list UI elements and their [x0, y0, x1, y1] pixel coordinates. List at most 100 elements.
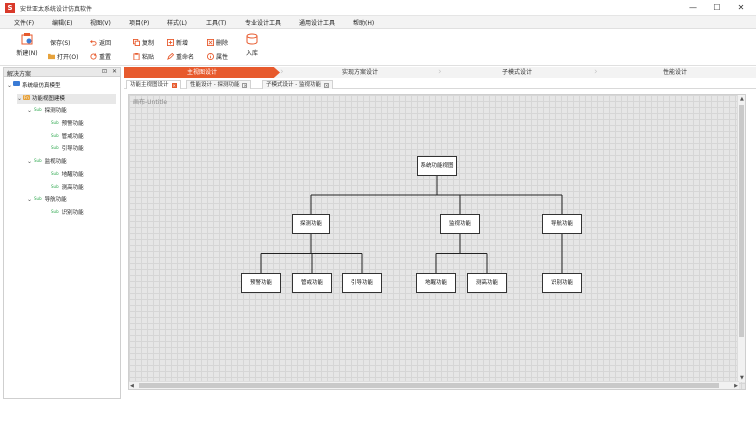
tree-item-label: 管戒功能 — [61, 134, 84, 140]
menu-edit[interactable]: 编辑(E) — [52, 18, 72, 27]
close-window-button[interactable]: ✕ — [730, 2, 752, 14]
doc-tab-main-view[interactable]: 功能主视图设计 ✕ — [126, 80, 181, 89]
pin-icon[interactable]: ⊡ — [102, 68, 107, 75]
diagram-node-ident[interactable]: 识别功能 — [542, 273, 582, 293]
new-button[interactable]: 新建(N) — [16, 32, 38, 57]
tree-item[interactable]: ⌄ Sub 探测功能 — [27, 106, 67, 116]
menu-style[interactable]: 样式(L) — [167, 18, 187, 27]
tree-item[interactable]: Sub 管戒功能 — [44, 132, 84, 142]
tree-item-label: 导航功能 — [44, 197, 67, 203]
tree-item[interactable]: Sub 地醒功能 — [44, 170, 84, 180]
diagram-node-nav[interactable]: 导航功能 — [542, 214, 582, 234]
tab-close-icon[interactable]: ✕ — [323, 83, 329, 88]
diagram-node-monitor[interactable]: 监视功能 — [440, 214, 480, 234]
horizontal-scroll-thumb[interactable] — [139, 383, 719, 388]
tree-item[interactable]: Sub 识别功能 — [44, 208, 84, 218]
folder-icon — [48, 53, 55, 60]
menu-view[interactable]: 视图(V) — [90, 18, 111, 27]
module-icon: Fn — [23, 95, 30, 100]
undo-icon — [90, 39, 97, 46]
module-icon: Sub — [50, 133, 60, 138]
import-button[interactable]: 入库 — [242, 32, 262, 57]
redo-label: 重置 — [99, 54, 112, 61]
undo-label: 返回 — [99, 40, 112, 47]
add-label: 新增 — [176, 40, 189, 47]
toolbar: 新建(N) 保存(S) 打开(O) 返回 重置 复制 粘贴 新增 重命名 删除 … — [0, 29, 756, 66]
diagram-node-height[interactable]: 测高功能 — [467, 273, 507, 293]
doc-tab-label: 子模式设计 - 监视功能 — [266, 82, 321, 88]
add-icon — [167, 39, 174, 46]
tab-close-icon[interactable]: ✕ — [242, 83, 248, 88]
diagram-node-ground[interactable]: 地醒功能 — [416, 273, 456, 293]
delete-label: 删除 — [216, 40, 229, 47]
menu-help[interactable]: 帮助(H) — [353, 18, 374, 27]
vertical-scrollbar[interactable]: ▲ ▼ — [737, 95, 745, 382]
paste-label: 粘贴 — [142, 54, 155, 61]
tree-item[interactable]: Sub 引导功能 — [44, 144, 84, 154]
vertical-scroll-thumb[interactable] — [739, 105, 744, 337]
tree-item[interactable]: Sub 预警功能 — [44, 119, 84, 129]
phase-tab-main-view[interactable]: 主视图设计 — [124, 67, 280, 78]
diagram-node-warn[interactable]: 预警功能 — [241, 273, 281, 293]
module-icon: Sub — [33, 158, 43, 163]
phase-tab-performance[interactable]: 性能设计 — [598, 67, 752, 78]
tree-item-label: 探测功能 — [44, 108, 67, 114]
menu-bar: 文件(F) 编辑(E) 视图(V) 项目(P) 样式(L) 工具(T) 专业设计… — [0, 16, 756, 29]
panel-close-icon[interactable]: ✕ — [112, 68, 117, 75]
property-label: 属性 — [216, 54, 229, 61]
tree-item[interactable]: ⌄ Sub 监视功能 — [27, 157, 67, 167]
redo-button[interactable]: 重置 — [90, 52, 111, 61]
tree-item[interactable]: ⌄ Sub 导航功能 — [27, 195, 67, 205]
scroll-down-icon[interactable]: ▼ — [740, 375, 744, 381]
doc-tab-submode-monitor[interactable]: 子模式设计 - 监视功能 ✕ — [262, 80, 333, 89]
rename-label: 重命名 — [176, 54, 195, 61]
delete-button[interactable]: 删除 — [207, 38, 228, 47]
redo-icon — [90, 53, 97, 60]
menu-pro-design-tools[interactable]: 专业设计工具 — [245, 18, 281, 27]
module-icon: Sub — [33, 107, 43, 112]
property-button[interactable]: 属性 — [207, 52, 228, 61]
info-icon — [207, 53, 214, 60]
tree-item-label: 监视功能 — [44, 159, 67, 165]
save-button[interactable]: 保存(S) — [50, 38, 71, 47]
diagram-node-guide[interactable]: 引导功能 — [342, 273, 382, 293]
phase-tab-submode[interactable]: 子模式设计 — [442, 67, 592, 78]
scroll-right-icon[interactable]: ▶ — [734, 383, 738, 389]
scroll-left-icon[interactable]: ◀ — [130, 383, 134, 389]
menu-common-design-tools[interactable]: 通用设计工具 — [299, 18, 335, 27]
diagram-node-root[interactable]: 系统功能视图 — [417, 156, 457, 176]
scroll-up-icon[interactable]: ▲ — [740, 96, 744, 102]
phase-bar: 主视图设计 › 实现方案设计 › 子模式设计 › 性能设计 — [124, 67, 756, 78]
rename-button[interactable]: 重命名 — [167, 52, 194, 61]
save-label: 保存(S) — [50, 40, 71, 47]
paste-button[interactable]: 粘贴 — [133, 52, 154, 61]
tree-item[interactable]: Sub 测高功能 — [44, 183, 84, 193]
copy-label: 复制 — [142, 40, 155, 47]
open-button[interactable]: 打开(O) — [48, 52, 78, 61]
design-canvas[interactable]: 画布-Untitle 系统功能视图 探测功能 监视功能 导航功能 预警功能 管戒功能 引导功… — [128, 94, 746, 390]
maximize-button[interactable]: ☐ — [706, 2, 728, 14]
doc-tab-performance-detect[interactable]: 性能设计 - 探测功能 ✕ — [186, 80, 252, 89]
diagram-node-guard[interactable]: 管戒功能 — [292, 273, 332, 293]
solution-panel: 解决方案 ⊡ ✕ ⌄ 系统级仿真模型 ⌄ Fn 功能视图建模 ⌄ Sub 探测功能 Sub 预警功… — [3, 67, 121, 399]
module-icon: Sub — [50, 171, 60, 176]
copy-button[interactable]: 复制 — [133, 38, 154, 47]
menu-tools[interactable]: 工具(T) — [206, 18, 226, 27]
phase-tab-implementation[interactable]: 实现方案设计 — [284, 67, 436, 78]
title-bar: S 安世亚太系统设计仿真软件 — ☐ ✕ — [0, 0, 756, 16]
tab-close-icon[interactable]: ✕ — [171, 83, 177, 88]
diagram-node-detect[interactable]: 探测功能 — [292, 214, 330, 234]
delete-icon — [207, 39, 214, 46]
undo-button[interactable]: 返回 — [90, 38, 111, 47]
tree-item-label: 功能视图建模 — [31, 96, 65, 102]
add-button[interactable]: 新增 — [167, 38, 188, 47]
tree-item[interactable]: ⌄ 系统级仿真模型 — [7, 81, 61, 91]
horizontal-scrollbar[interactable]: ◀ ▶ — [129, 381, 739, 389]
menu-file[interactable]: 文件(F) — [14, 18, 34, 27]
tree-item[interactable]: ⌄ Fn 功能视图建模 — [17, 94, 116, 104]
panel-header: 解决方案 ⊡ ✕ — [4, 68, 120, 78]
tree-item-label: 系统级仿真模型 — [22, 83, 61, 89]
minimize-button[interactable]: — — [682, 2, 704, 14]
folder-icon — [13, 81, 20, 86]
menu-project[interactable]: 项目(P) — [129, 18, 149, 27]
